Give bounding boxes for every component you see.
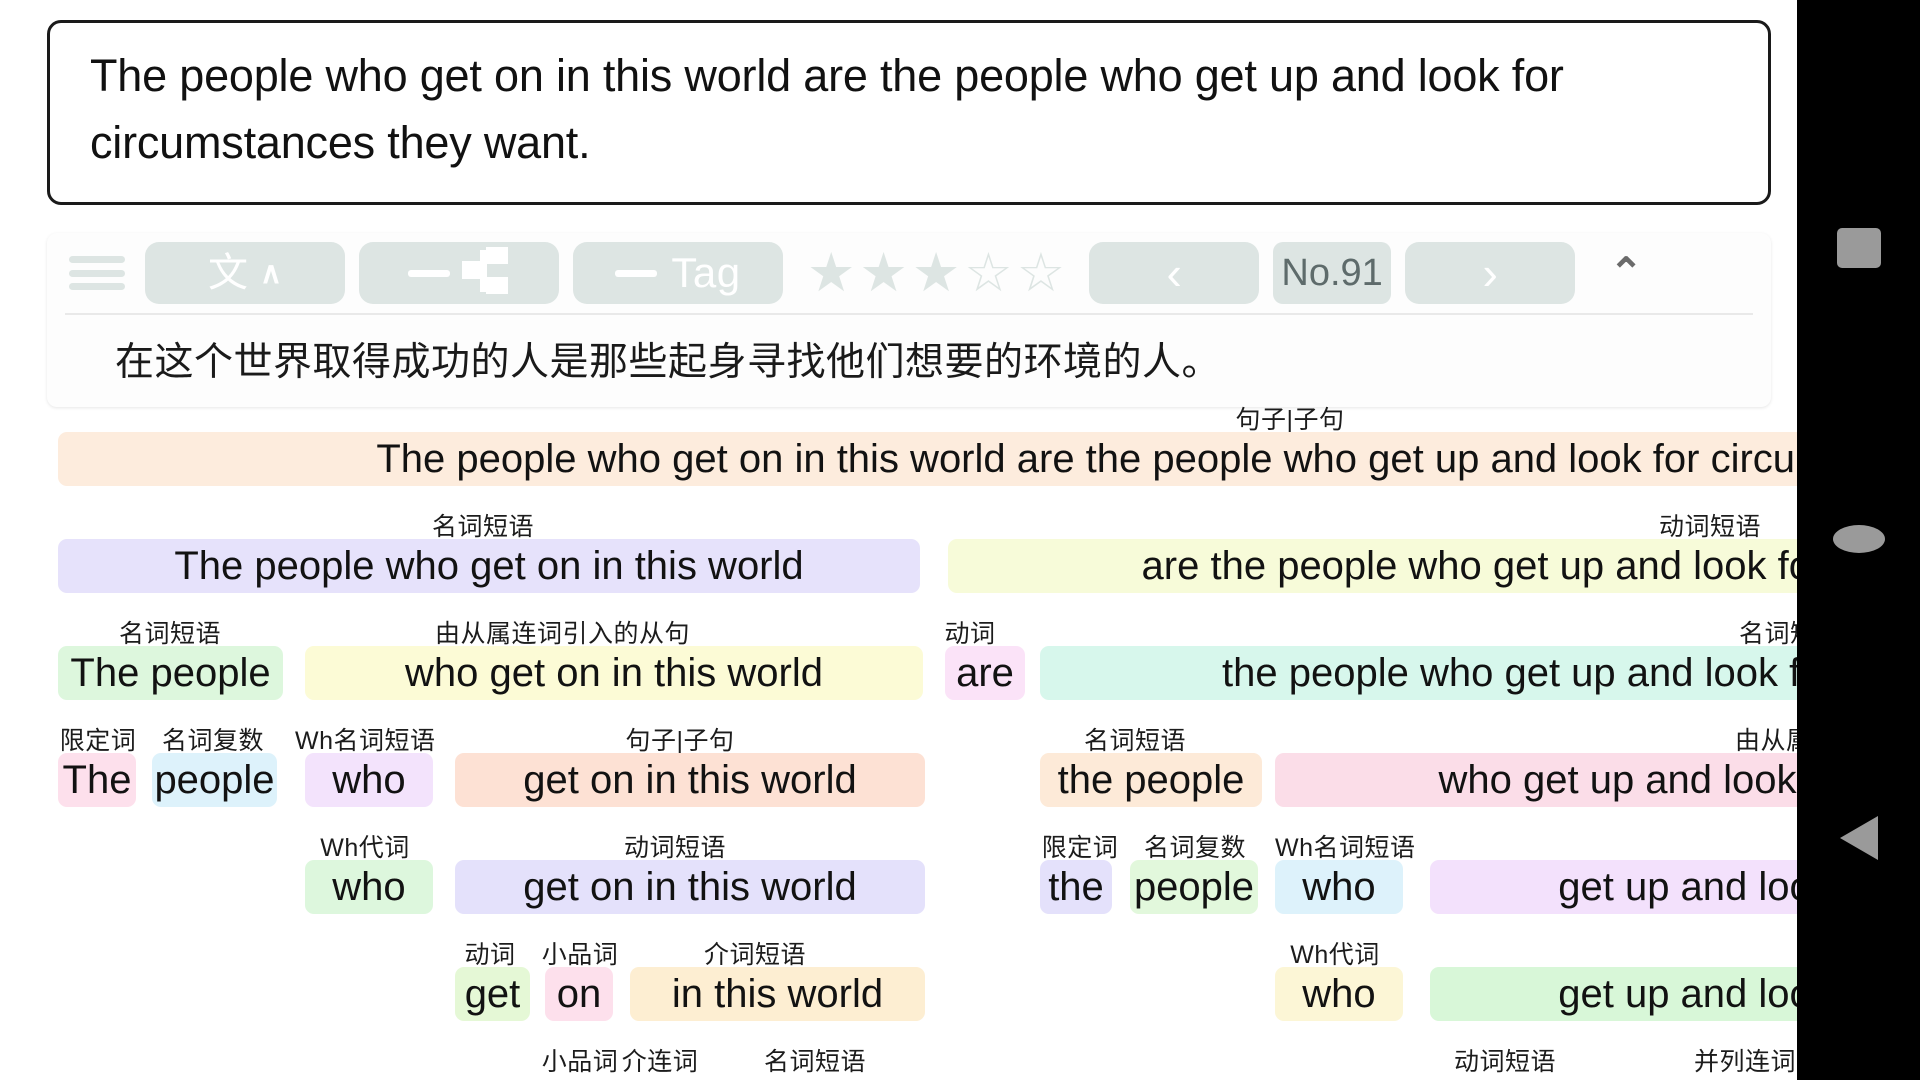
- tree-node[interactable]: get on in this world: [455, 860, 925, 914]
- tree-node-label: 由从属连词引入的从句: [1735, 727, 1797, 755]
- item-index-badge[interactable]: No.91: [1273, 242, 1392, 304]
- dash-icon: [408, 269, 450, 277]
- tree-node-label: 名词短语: [763, 1048, 866, 1076]
- tree-node[interactable]: The people: [58, 646, 283, 700]
- tree-node-label: 句子|子句: [625, 727, 735, 755]
- tree-node-label: 限定词: [59, 727, 137, 755]
- tree-node-label: 小品词: [541, 1048, 619, 1076]
- recents-square-icon[interactable]: [1836, 228, 1881, 268]
- tree-node-label: 动词短语: [623, 834, 726, 862]
- tree-node-label: 动词: [464, 941, 516, 969]
- chevron-right-icon: ›: [1482, 247, 1498, 299]
- tree-node-label: 介连词: [621, 1048, 699, 1076]
- parse-tree-button[interactable]: [359, 242, 559, 304]
- tree-node-label: 动词短语: [1658, 513, 1761, 541]
- tree-node[interactable]: are: [945, 646, 1025, 700]
- tree-node[interactable]: get on in this world: [455, 753, 925, 807]
- tree-node[interactable]: the: [1040, 860, 1112, 914]
- tree-node-label: 限定词: [1041, 834, 1119, 862]
- tree-node[interactable]: get: [455, 967, 530, 1021]
- parse-tree[interactable]: 句子|子句 The people who get on in this world…: [0, 400, 1797, 1080]
- collapse-panel-button[interactable]: ⌃: [1599, 250, 1653, 296]
- tree-node[interactable]: on: [545, 967, 613, 1021]
- translation-text: 在这个世界取得成功的人是那些起身寻找他们想要的环境的人。: [115, 341, 1222, 384]
- android-navigation-bar: [1797, 0, 1920, 1080]
- chevron-up-icon: ∧: [260, 256, 282, 290]
- hamburger-icon[interactable]: [69, 253, 125, 293]
- tree-diagram-icon: [462, 247, 510, 299]
- dash-icon: [615, 269, 658, 277]
- chevron-left-icon: ‹: [1166, 247, 1182, 299]
- tree-node-label: 动词: [944, 620, 996, 648]
- tree-node-label: 介词短语: [703, 941, 806, 969]
- tree-node-label: Wh名词短语: [1275, 834, 1416, 862]
- star-icon-2[interactable]: ★: [859, 246, 907, 300]
- app-content: The people who get on in this world are …: [0, 0, 1797, 1080]
- tree-node-label: 由从属连词引入的从句: [435, 620, 691, 648]
- tree-node-label: 名词复数: [1143, 834, 1246, 862]
- tree-node-label: 名词短语: [1083, 727, 1186, 755]
- toolbar-panel: 文 ∧ Tag ★ ★ ★ ☆ ☆ ‹ No.91 › ⌃ 在这个世界取得成功的…: [47, 233, 1771, 407]
- home-circle-icon[interactable]: [1832, 525, 1885, 553]
- tree-node[interactable]: are the people who get up and look for c…: [948, 539, 1797, 593]
- tree-node-label: 小品词: [541, 941, 619, 969]
- star-icon-4[interactable]: ☆: [964, 246, 1012, 300]
- chevron-up-icon: ⌃: [1609, 251, 1643, 295]
- tree-node-label: 名词短语: [431, 513, 534, 541]
- toolbar: 文 ∧ Tag ★ ★ ★ ☆ ☆ ‹ No.91 › ⌃: [47, 233, 1771, 313]
- tree-node[interactable]: The people who get on in this world: [58, 539, 920, 593]
- tree-node-label: 句子|子句: [1235, 406, 1345, 434]
- tag-button[interactable]: Tag: [573, 242, 783, 304]
- tag-label: Tag: [671, 249, 741, 296]
- tree-node[interactable]: who: [1275, 967, 1403, 1021]
- tree-node[interactable]: get up and look for circumstances they w…: [1430, 860, 1797, 914]
- next-button[interactable]: ›: [1405, 242, 1576, 304]
- translate-button[interactable]: 文 ∧: [145, 242, 345, 304]
- tree-node-label: 名词复数: [161, 727, 264, 755]
- tree-node[interactable]: in this world: [630, 967, 925, 1021]
- prev-button[interactable]: ‹: [1089, 242, 1260, 304]
- star-icon-3[interactable]: ★: [912, 246, 960, 300]
- tree-node-label: Wh代词: [320, 834, 410, 862]
- tree-node[interactable]: who get up and look for circumstances th…: [1275, 753, 1797, 807]
- tree-node[interactable]: who: [305, 860, 433, 914]
- star-icon-5[interactable]: ☆: [1017, 246, 1065, 300]
- tree-node-label: 名词短语: [118, 620, 221, 648]
- tree-node[interactable]: get up and look for circumstances they w…: [1430, 967, 1797, 1021]
- tree-node[interactable]: The people who get on in this world are …: [58, 432, 1797, 486]
- tree-node[interactable]: who: [305, 753, 433, 807]
- rating-stars[interactable]: ★ ★ ★ ☆ ☆: [807, 246, 1065, 300]
- tree-node[interactable]: the people who get up and look for circu…: [1040, 646, 1797, 700]
- tree-node[interactable]: The: [58, 753, 136, 807]
- tree-node-label: Wh代词: [1290, 941, 1380, 969]
- screen-root: The people who get on in this world are …: [0, 0, 1920, 1080]
- tree-node[interactable]: who get on in this world: [305, 646, 923, 700]
- item-index-label: No.91: [1281, 251, 1383, 294]
- sentence-text: The people who get on in this world are …: [90, 50, 1564, 168]
- back-triangle-icon[interactable]: [1839, 816, 1878, 860]
- tree-node[interactable]: the people: [1040, 753, 1262, 807]
- tree-node[interactable]: people: [1130, 860, 1258, 914]
- star-icon-1[interactable]: ★: [807, 246, 855, 300]
- tree-node[interactable]: who: [1275, 860, 1403, 914]
- translate-icon: 文: [208, 251, 249, 295]
- tree-node-label: 名词短语: [1738, 620, 1797, 648]
- tree-node-label: 动词短语: [1453, 1048, 1556, 1076]
- sentence-card[interactable]: The people who get on in this world are …: [47, 20, 1771, 206]
- tree-node-label: Wh名词短语: [295, 727, 436, 755]
- tree-node[interactable]: people: [152, 753, 277, 807]
- tree-node-label: 并列连词: [1693, 1048, 1796, 1076]
